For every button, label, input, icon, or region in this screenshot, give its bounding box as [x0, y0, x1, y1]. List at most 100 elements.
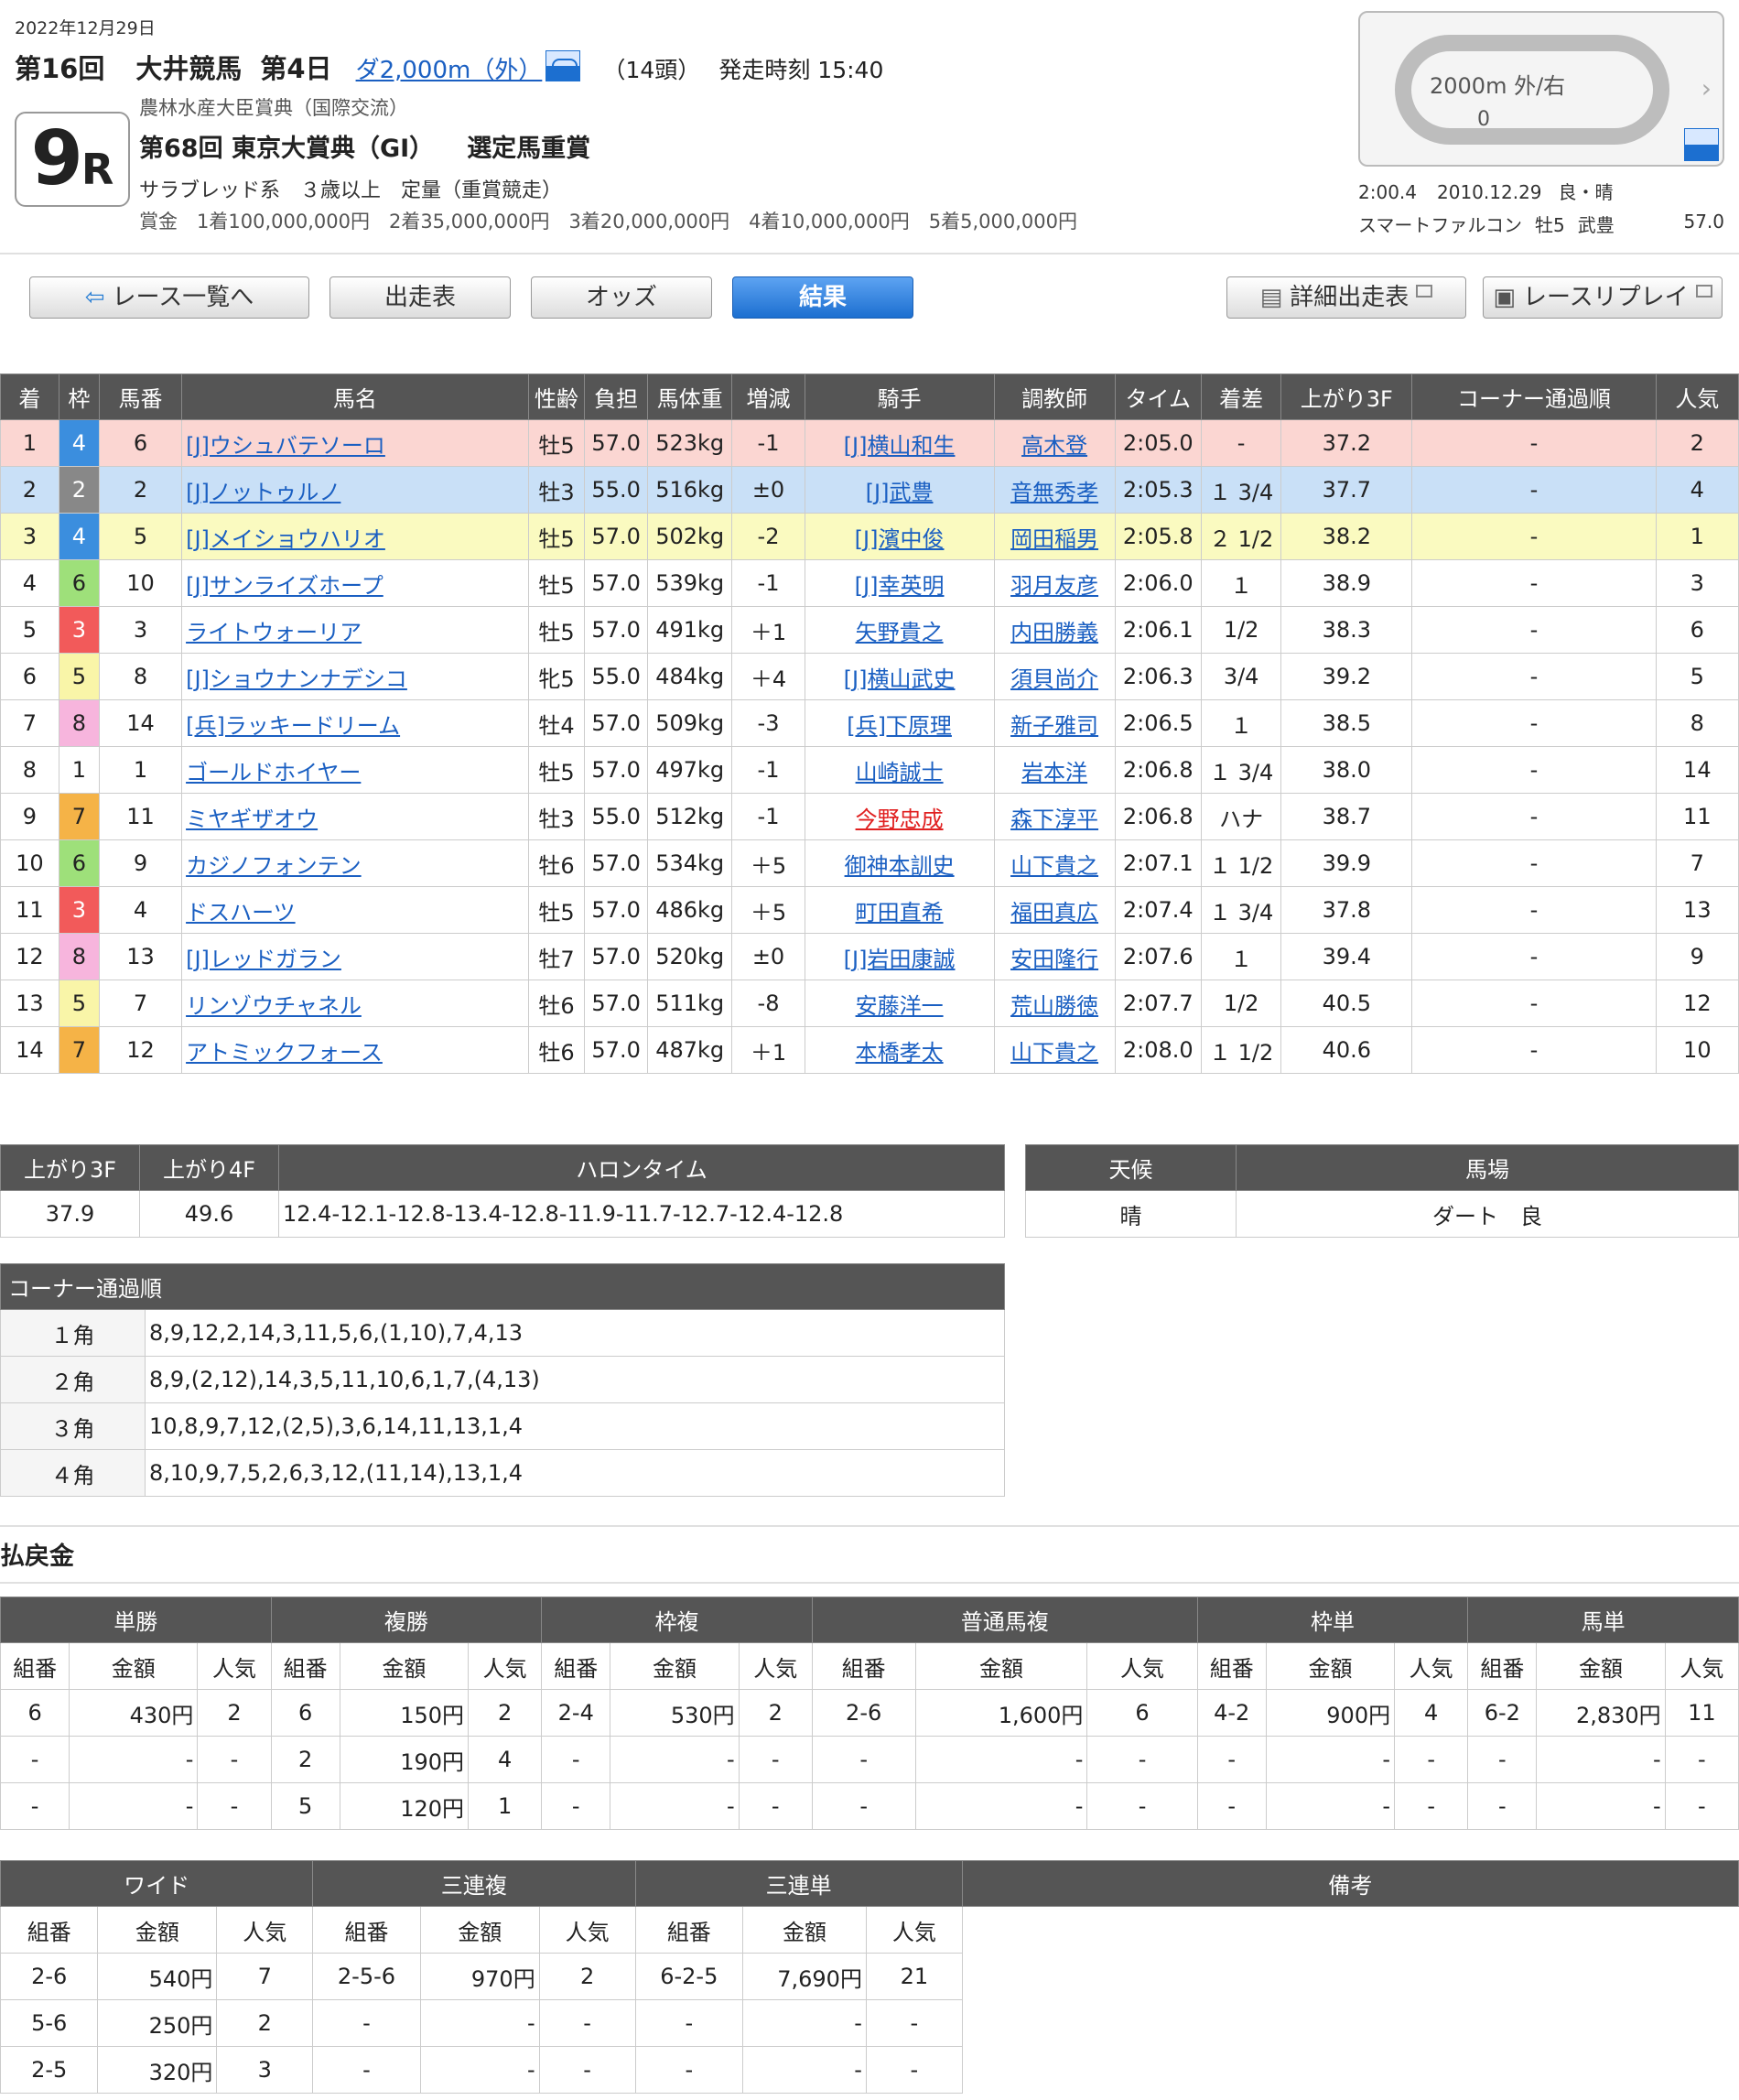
detail-entries-button[interactable]: ▤ 詳細出走表 — [1226, 276, 1466, 319]
jockey-link[interactable]: [J]幸英明 — [855, 573, 945, 599]
trainer-link[interactable]: 森下淳平 — [1010, 806, 1098, 832]
payout-row: - - -5 120円 1- - - - - - - - - - - - — [0, 1782, 1739, 1830]
payout-amount: - — [69, 1736, 199, 1783]
jockey-link[interactable]: [J]横山和生 — [844, 433, 956, 459]
carried-weight: 57.0 — [584, 559, 648, 607]
trainer-link[interactable]: 福田真広 — [1010, 900, 1098, 926]
results-col-header: 上がり3F — [1280, 373, 1413, 420]
gate-number: 3 — [58, 886, 100, 934]
payout-popularity: - — [1394, 1736, 1469, 1783]
payout-group-header: 備考 — [961, 1860, 1739, 1907]
horse-name-link[interactable]: リンゾウチャネル — [186, 993, 362, 1019]
horse-name-link[interactable]: カジノフォンテン — [186, 853, 362, 879]
race-venue: 大井競馬 — [135, 53, 243, 84]
horse-name-link[interactable]: ゴールドホイヤー — [186, 760, 361, 785]
horse-name-link[interactable]: アトミックフォース — [186, 1040, 383, 1066]
jockey-link[interactable]: 今野忠成 — [856, 806, 944, 832]
jockey-link[interactable]: 安藤洋一 — [856, 993, 944, 1019]
jockey-cell: 今野忠成 — [804, 793, 995, 840]
horse-name-link[interactable]: [J]サンライズホープ — [186, 573, 383, 599]
horse-name-link[interactable]: ミヤギザオウ — [186, 806, 318, 832]
entries-count: （14頭） — [602, 57, 701, 83]
trainer-link[interactable]: 山下貴之 — [1010, 1040, 1098, 1066]
jockey-link[interactable]: [J]濱中俊 — [855, 526, 945, 552]
horse-name-link[interactable]: ライトウォーリア — [186, 620, 362, 645]
trainer-cell: 森下淳平 — [993, 793, 1116, 840]
corner-order: - — [1411, 419, 1657, 467]
trainer-link[interactable]: 羽月友彦 — [1010, 573, 1098, 599]
carried-weight: 57.0 — [584, 746, 648, 794]
payout-amount: 430円 — [69, 1689, 199, 1737]
entries-tab[interactable]: 出走表 — [329, 276, 511, 319]
trainer-link[interactable]: 安田隆行 — [1010, 947, 1098, 972]
chevron-right-icon[interactable]: › — [1701, 73, 1712, 103]
horse-name-link[interactable]: [J]メイショウハリオ — [186, 526, 385, 552]
corner-order: - — [1411, 606, 1657, 654]
payout-table-1: 単勝 複勝 枠複 普通馬複 枠単 馬単 組番 金額 人気 組番 金額 人気 組番 金額 人気 組番 金額 人気 組番… — [0, 1597, 1739, 1830]
payout-amount: 1,600円 — [914, 1689, 1088, 1737]
trainer-link[interactable]: 音無秀孝 — [1010, 480, 1098, 505]
horse-name-link[interactable]: [J]レッドガラン — [186, 947, 341, 972]
payout-amount: - — [1265, 1782, 1396, 1830]
trainer-link[interactable]: 高木登 — [1021, 433, 1087, 459]
results-col-header: 馬名 — [181, 373, 529, 420]
back-to-list-button[interactable]: ⇦ レース一覧へ — [29, 276, 309, 319]
horse-name-cell: ミヤギザオウ — [181, 793, 529, 840]
horse-name-link[interactable]: [J]ノットゥルノ — [186, 480, 340, 505]
finish-time: 2:06.0 — [1114, 559, 1203, 607]
race-replay-button[interactable]: ▣ レースリプレイ — [1483, 276, 1723, 319]
payout-popularity: - — [1086, 1782, 1198, 1830]
results-col-header: 負担 — [584, 373, 648, 420]
body-weight: 520kg — [646, 933, 733, 980]
jockey-link[interactable]: 本橋孝太 — [856, 1040, 944, 1066]
weight-change: -1 — [731, 746, 805, 794]
popularity: 4 — [1655, 466, 1739, 514]
weight-change: ＋1 — [731, 606, 805, 654]
course-diagram[interactable]: 2000m 外/右 0 › — [1358, 11, 1724, 167]
jockey-link[interactable]: 町田直希 — [856, 900, 944, 926]
horse-name-link[interactable]: [兵]ラッキードリーム — [186, 713, 400, 739]
trainer-link[interactable]: 荒山勝徳 — [1010, 993, 1098, 1019]
payout-popularity: - — [1394, 1782, 1469, 1830]
odds-tab[interactable]: オッズ — [531, 276, 712, 319]
lap-f3: 37.9 — [0, 1190, 140, 1238]
jockey-link[interactable]: 山崎誠士 — [856, 760, 944, 785]
jockey-link[interactable]: [J]岩田康誠 — [844, 947, 956, 972]
horse-number: 10 — [98, 559, 183, 607]
trainer-link[interactable]: 須貝尚介 — [1010, 666, 1098, 692]
jockey-cell: 町田直希 — [804, 886, 995, 934]
weather-value: 晴 — [1025, 1190, 1237, 1238]
arrow-left-icon: ⇦ — [84, 284, 105, 311]
trainer-link[interactable]: 岡田稲男 — [1010, 526, 1098, 552]
corner-order: - — [1411, 466, 1657, 514]
jockey-cell: [J]濱中俊 — [804, 513, 995, 560]
trainer-link[interactable]: 新子雅司 — [1010, 713, 1098, 739]
distance-link[interactable]: ダ2,000m（外） — [356, 57, 543, 84]
horse-number: 1 — [98, 746, 183, 794]
horse-name-link[interactable]: ドスハーツ — [186, 900, 296, 926]
jockey-cell: [J]幸英明 — [804, 559, 995, 607]
payout-combo: 2-5-6 — [312, 1953, 421, 2000]
trainer-link[interactable]: 内田勝義 — [1010, 620, 1098, 645]
jockey-link[interactable]: 御神本訓史 — [845, 853, 955, 879]
trainer-link[interactable]: 山下貴之 — [1010, 853, 1098, 879]
course-map-icon[interactable] — [545, 50, 581, 81]
payout-popularity: - — [865, 1999, 963, 2047]
margin: １ 3/4 — [1201, 466, 1282, 514]
payout-popularity: 21 — [865, 1953, 963, 2000]
jockey-link[interactable]: [兵]下原理 — [847, 713, 952, 739]
payout-combo: - — [1196, 1736, 1267, 1783]
payout-amount: 970円 — [419, 1953, 540, 2000]
payout-popularity: - — [1086, 1736, 1198, 1783]
horse-name-link[interactable]: [J]ショウナンナデシコ — [186, 666, 407, 692]
results-col-header: 騎手 — [804, 373, 995, 420]
horse-name-link[interactable]: [J]ウシュバテソーロ — [186, 433, 385, 459]
jockey-link[interactable]: 矢野貴之 — [856, 620, 944, 645]
corner-order: - — [1411, 839, 1657, 887]
trainer-link[interactable]: 岩本洋 — [1021, 760, 1087, 785]
horse-name-cell: [兵]ラッキードリーム — [181, 699, 529, 747]
jockey-link[interactable]: [J]武豊 — [866, 480, 934, 505]
popularity: 7 — [1655, 839, 1739, 887]
result-tab[interactable]: 結果 — [732, 276, 913, 319]
jockey-link[interactable]: [J]横山武史 — [844, 666, 956, 692]
